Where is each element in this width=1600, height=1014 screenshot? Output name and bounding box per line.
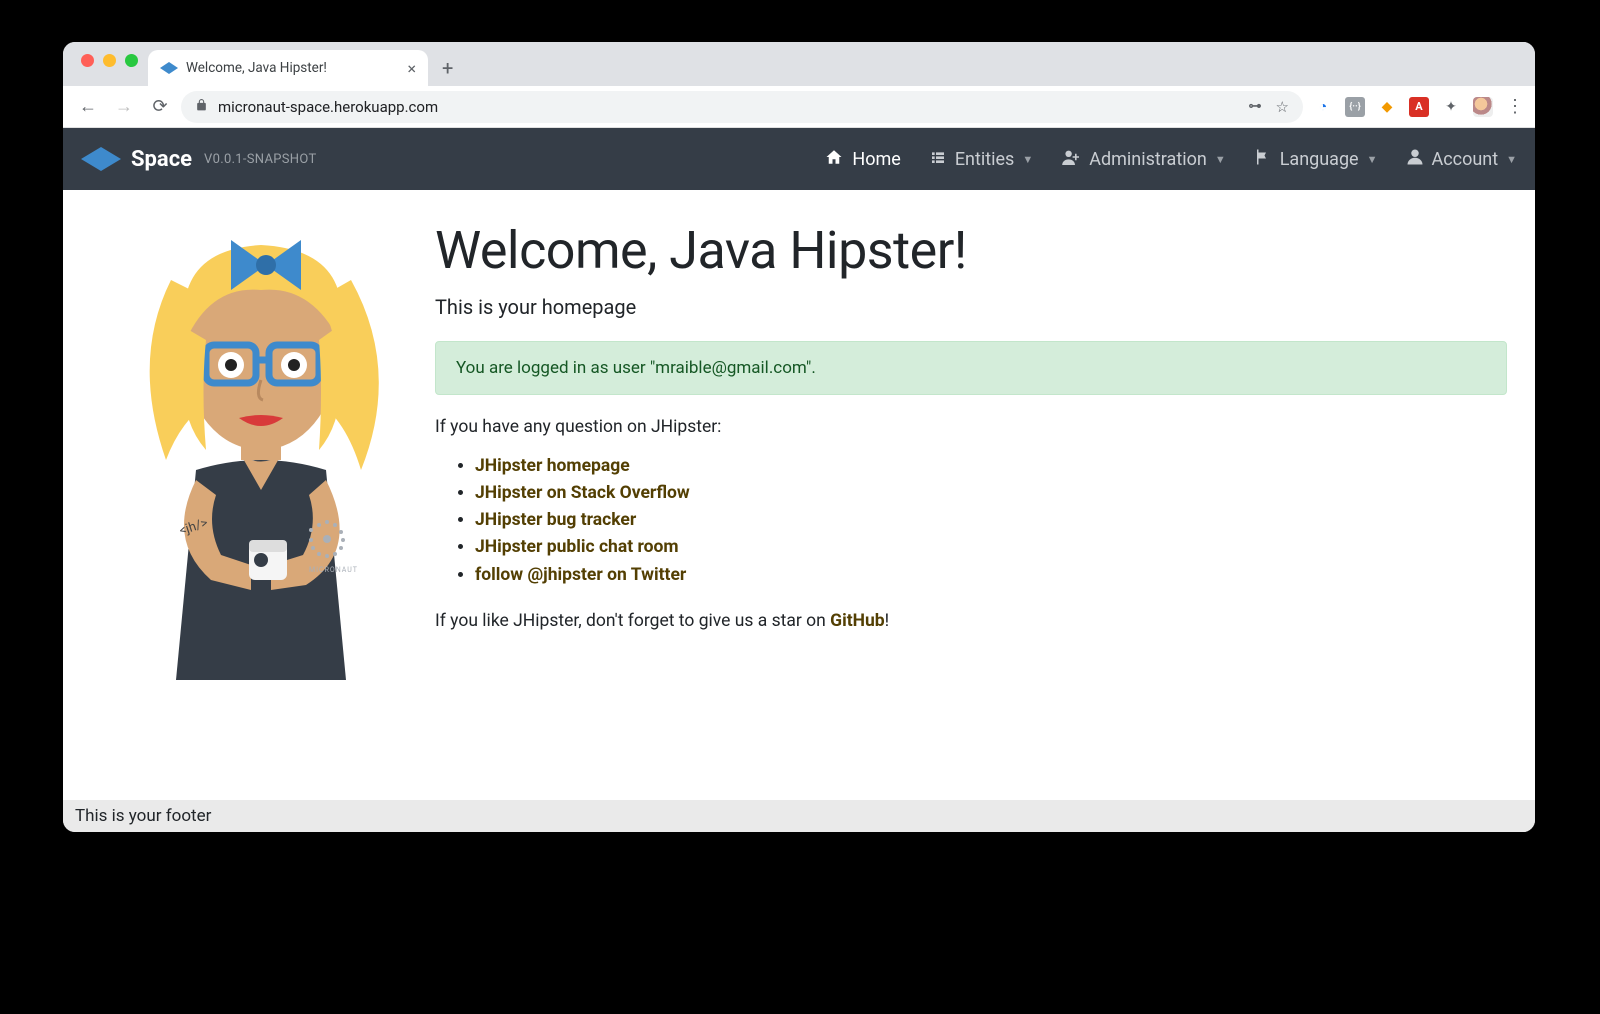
nav-language-label: Language <box>1280 149 1359 170</box>
tab-title: Welcome, Java Hipster! <box>186 60 327 76</box>
help-link[interactable]: JHipster public chat room <box>475 537 679 557</box>
home-icon <box>824 148 844 171</box>
user-icon <box>1406 148 1424 171</box>
user-plus-icon <box>1061 149 1081 170</box>
chevron-down-icon: ▼ <box>1367 153 1378 166</box>
extensions-button[interactable]: ✦ <box>1441 97 1461 117</box>
help-links-list: JHipster homepage JHipster on Stack Over… <box>435 453 1507 589</box>
bowtie-icon <box>160 62 178 74</box>
nav-language[interactable]: Language ▼ <box>1254 148 1378 171</box>
maximize-window-button[interactable] <box>125 54 138 67</box>
github-link[interactable]: GitHub <box>830 611 884 631</box>
help-link[interactable]: follow @jhipster on Twitter <box>475 565 686 585</box>
mascot-column: <jh/> MICRONAUT <box>91 220 431 680</box>
footer: This is your footer <box>63 800 1535 832</box>
nav-administration-label: Administration <box>1089 149 1207 170</box>
footer-text: This is your footer <box>75 806 211 826</box>
list-icon <box>929 149 947 170</box>
extension-icon[interactable]: ◆ <box>1377 97 1397 117</box>
brand-version: v0.0.1-SNAPSHOT <box>204 152 316 167</box>
list-item: JHipster public chat room <box>475 534 1507 561</box>
help-link[interactable]: JHipster on Stack Overflow <box>475 483 690 503</box>
extension-icon[interactable]: A <box>1409 97 1429 117</box>
text-column: Welcome, Java Hipster! This is your home… <box>431 220 1507 631</box>
url-bar: ← → ⟳ micronaut-space.herokuapp.com ⊶ ☆ … <box>63 86 1535 128</box>
tab-bar: Welcome, Java Hipster! × + <box>63 42 1535 86</box>
flag-icon <box>1254 148 1272 171</box>
star-line: If you like JHipster, don't forget to gi… <box>435 611 1507 631</box>
login-status-alert: You are logged in as user "mraible@gmail… <box>435 341 1507 395</box>
browser-tab[interactable]: Welcome, Java Hipster! × <box>148 50 428 86</box>
brand[interactable]: Space v0.0.1-SNAPSHOT <box>81 147 317 172</box>
list-item: JHipster homepage <box>475 453 1507 480</box>
nav-account-label: Account <box>1432 149 1499 170</box>
nav-home[interactable]: Home <box>824 148 900 171</box>
list-item: JHipster bug tracker <box>475 507 1507 534</box>
extension-icon[interactable]: ◔ <box>1313 97 1333 117</box>
chrome-menu-button[interactable]: ⋮ <box>1505 97 1525 117</box>
window-controls <box>75 42 148 86</box>
close-tab-button[interactable]: × <box>407 59 416 78</box>
app-navbar: Space v0.0.1-SNAPSHOT Home Entities ▼ <box>63 128 1535 190</box>
brand-name: Space <box>131 147 192 172</box>
key-icon[interactable]: ⊶ <box>1249 99 1262 114</box>
help-link[interactable]: JHipster bug tracker <box>475 510 636 530</box>
page-heading: Welcome, Java Hipster! <box>435 220 1507 281</box>
minimize-window-button[interactable] <box>103 54 116 67</box>
new-tab-button[interactable]: + <box>428 56 467 86</box>
lock-icon <box>195 98 208 116</box>
reload-button[interactable]: ⟳ <box>145 92 175 122</box>
nav-entities-label: Entities <box>955 149 1015 170</box>
question-text: If you have any question on JHipster: <box>435 417 1507 437</box>
bowtie-icon <box>81 147 121 171</box>
extension-icon[interactable]: {··} <box>1345 97 1365 117</box>
forward-button[interactable]: → <box>109 92 139 122</box>
nav-entities[interactable]: Entities ▼ <box>929 149 1033 170</box>
main-content: <jh/> MICRONAUT Welcome, Java Hipster! T… <box>63 190 1535 800</box>
url-text: micronaut-space.herokuapp.com <box>218 98 438 116</box>
omnibox[interactable]: micronaut-space.herokuapp.com ⊶ ☆ <box>181 91 1303 123</box>
svg-text:MICRONAUT: MICRONAUT <box>309 566 358 574</box>
star-prefix: If you like JHipster, don't forget to gi… <box>435 611 830 631</box>
extension-icons: ◔ {··} ◆ A ✦ ⋮ <box>1309 97 1525 117</box>
nav-administration[interactable]: Administration ▼ <box>1061 149 1225 170</box>
star-suffix: ! <box>885 611 890 631</box>
nav-account[interactable]: Account ▼ <box>1406 148 1518 171</box>
browser-window: Welcome, Java Hipster! × + ← → ⟳ microna… <box>63 42 1535 832</box>
chevron-down-icon: ▼ <box>1506 153 1517 166</box>
close-window-button[interactable] <box>81 54 94 67</box>
list-item: follow @jhipster on Twitter <box>475 562 1507 589</box>
nav-home-label: Home <box>852 149 900 170</box>
chevron-down-icon: ▼ <box>1022 153 1033 166</box>
list-item: JHipster on Stack Overflow <box>475 480 1507 507</box>
login-status-text: You are logged in as user "mraible@gmail… <box>456 358 816 378</box>
help-link[interactable]: JHipster homepage <box>475 456 630 476</box>
page-subtitle: This is your homepage <box>435 295 1507 319</box>
bookmark-star-icon[interactable]: ☆ <box>1276 98 1289 116</box>
jhipster-mascot-image: <jh/> MICRONAUT <box>111 220 411 680</box>
profile-avatar[interactable] <box>1473 97 1493 117</box>
back-button[interactable]: ← <box>73 92 103 122</box>
chevron-down-icon: ▼ <box>1215 153 1226 166</box>
